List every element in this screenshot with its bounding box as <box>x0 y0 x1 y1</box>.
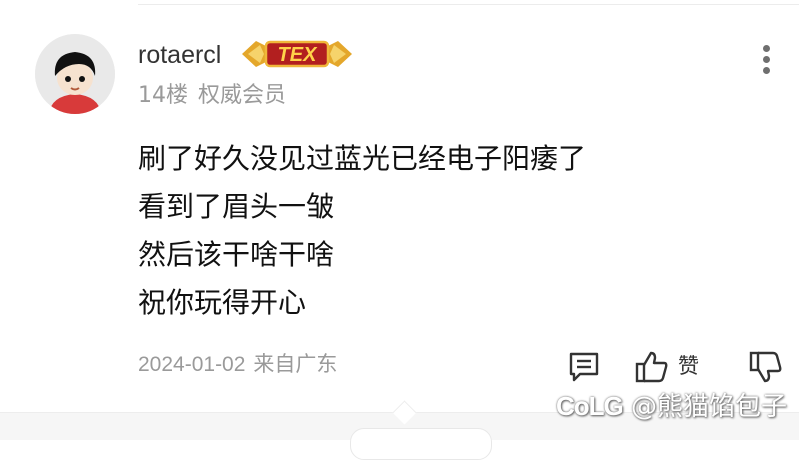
member-title: 权威会员 <box>198 83 287 108</box>
like-label: 赞 <box>678 354 699 378</box>
watermark: CoLG @熊猫馅包子 <box>556 386 787 423</box>
level-badge-icon: TEX <box>242 40 352 68</box>
content-line: 然后该干啥干啥 <box>138 238 335 271</box>
next-section-tab[interactable] <box>350 428 492 460</box>
dislike-button[interactable] <box>748 350 784 384</box>
comment-date: 2024-01-02 <box>138 353 246 376</box>
username[interactable]: rotaercl <box>138 40 221 70</box>
watermark-handle: @熊猫馅包子 <box>630 392 787 422</box>
avatar-image <box>35 34 115 114</box>
comment-footer-meta: 2024-01-02 来自广东 <box>138 350 337 380</box>
floor-number: 14楼 <box>138 83 188 108</box>
comment-content: 刷了好久没见过蓝光已经电子阳痿了 看到了眉头一皱 然后该干啥干啥 祝你玩得开心 <box>138 135 586 327</box>
thumbs-up-icon <box>635 351 668 383</box>
badge-text: TEX <box>278 44 319 66</box>
avatar[interactable] <box>35 34 115 114</box>
reply-icon <box>569 352 599 382</box>
like-button[interactable]: 赞 <box>634 350 708 384</box>
content-line: 祝你玩得开心 <box>138 286 307 319</box>
more-vertical-icon[interactable] <box>756 42 776 78</box>
comment-meta: 14楼 权威会员 <box>138 81 286 111</box>
reply-button[interactable] <box>566 350 602 384</box>
content-line: 看到了眉头一皱 <box>138 190 335 223</box>
comment-location: 来自广东 <box>253 353 338 376</box>
watermark-logo: CoLG <box>555 391 624 421</box>
top-divider <box>138 4 799 5</box>
thumbs-down-icon <box>749 351 782 383</box>
content-line: 刷了好久没见过蓝光已经电子阳痿了 <box>138 142 587 175</box>
